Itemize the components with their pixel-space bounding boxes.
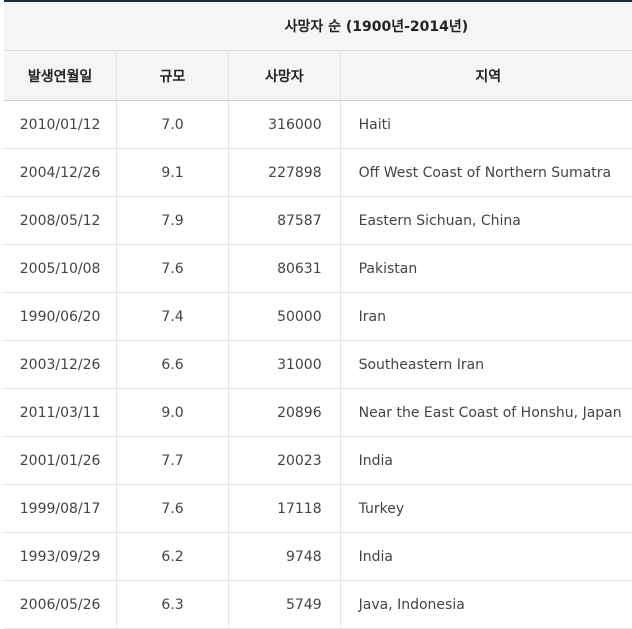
magnitude-cell: 6.3 bbox=[116, 580, 229, 629]
table-row: 2004/12/26 9.1 227898 Off West Coast of … bbox=[4, 148, 632, 197]
region-cell: Iran bbox=[339, 292, 632, 341]
deaths-cell: 80631 bbox=[227, 244, 341, 293]
deaths-cell: 50000 bbox=[227, 292, 341, 341]
region-cell: Turkey bbox=[339, 484, 632, 533]
table-row: 2005/10/08 7.6 80631 Pakistan bbox=[4, 244, 632, 293]
magnitude-cell: 7.6 bbox=[116, 484, 229, 533]
date-cell: 1993/09/29 bbox=[4, 532, 117, 581]
date-cell: 2006/05/26 bbox=[4, 580, 117, 629]
column-header-date: 발생연월일 bbox=[4, 50, 117, 101]
table-row: 2010/01/12 7.0 316000 Haiti bbox=[4, 100, 632, 149]
date-cell: 2011/03/11 bbox=[4, 388, 117, 437]
date-cell: 2008/05/12 bbox=[4, 196, 117, 245]
magnitude-cell: 7.4 bbox=[116, 292, 229, 341]
table-header-row: 발생연월일 규모 사망자 지역 bbox=[4, 50, 632, 101]
date-cell: 1990/06/20 bbox=[4, 292, 117, 341]
deaths-cell: 316000 bbox=[227, 100, 341, 149]
magnitude-cell: 6.2 bbox=[116, 532, 229, 581]
region-cell: Off West Coast of Northern Sumatra bbox=[339, 148, 632, 197]
date-cell: 2010/01/12 bbox=[4, 100, 117, 149]
magnitude-cell: 6.6 bbox=[116, 340, 229, 389]
region-cell: Near the East Coast of Honshu, Japan bbox=[339, 388, 632, 437]
table-row: 2011/03/11 9.0 20896 Near the East Coast… bbox=[4, 388, 632, 437]
region-cell: Haiti bbox=[339, 100, 632, 149]
earthquake-deaths-table: 사망자 순 (1900년-2014년) 발생연월일 규모 사망자 지역 2010… bbox=[4, 0, 632, 629]
deaths-cell: 227898 bbox=[227, 148, 341, 197]
deaths-cell: 20023 bbox=[227, 436, 341, 485]
date-cell: 2003/12/26 bbox=[4, 340, 117, 389]
date-cell: 2004/12/26 bbox=[4, 148, 117, 197]
region-cell: Java, Indonesia bbox=[339, 580, 632, 629]
magnitude-cell: 9.1 bbox=[116, 148, 229, 197]
region-cell: Eastern Sichuan, China bbox=[339, 196, 632, 245]
table-row: 2008/05/12 7.9 87587 Eastern Sichuan, Ch… bbox=[4, 196, 632, 245]
table-row: 2001/01/26 7.7 20023 India bbox=[4, 436, 632, 485]
table-row: 1993/09/29 6.2 9748 India bbox=[4, 532, 632, 581]
magnitude-cell: 7.9 bbox=[116, 196, 229, 245]
deaths-cell: 20896 bbox=[227, 388, 341, 437]
column-header-region: 지역 bbox=[339, 50, 632, 101]
magnitude-cell: 7.6 bbox=[116, 244, 229, 293]
table-row: 1999/08/17 7.6 17118 Turkey bbox=[4, 484, 632, 533]
table-row: 2006/05/26 6.3 5749 Java, Indonesia bbox=[4, 580, 632, 629]
column-header-deaths: 사망자 bbox=[227, 50, 341, 101]
column-header-magnitude: 규모 bbox=[116, 50, 229, 101]
date-cell: 1999/08/17 bbox=[4, 484, 117, 533]
magnitude-cell: 9.0 bbox=[116, 388, 229, 437]
deaths-cell: 9748 bbox=[227, 532, 341, 581]
deaths-cell: 87587 bbox=[227, 196, 341, 245]
region-cell: Southeastern Iran bbox=[339, 340, 632, 389]
table-row: 1990/06/20 7.4 50000 Iran bbox=[4, 292, 632, 341]
deaths-cell: 5749 bbox=[227, 580, 341, 629]
region-cell: India bbox=[339, 436, 632, 485]
magnitude-cell: 7.0 bbox=[116, 100, 229, 149]
deaths-cell: 17118 bbox=[227, 484, 341, 533]
table-row: 2003/12/26 6.6 31000 Southeastern Iran bbox=[4, 340, 632, 389]
date-cell: 2001/01/26 bbox=[4, 436, 117, 485]
date-cell: 2005/10/08 bbox=[4, 244, 117, 293]
table-caption-row: 사망자 순 (1900년-2014년) bbox=[4, 0, 632, 51]
magnitude-cell: 7.7 bbox=[116, 436, 229, 485]
table-caption: 사망자 순 (1900년-2014년) bbox=[116, 0, 632, 51]
region-cell: Pakistan bbox=[339, 244, 632, 293]
deaths-cell: 31000 bbox=[227, 340, 341, 389]
region-cell: India bbox=[339, 532, 632, 581]
